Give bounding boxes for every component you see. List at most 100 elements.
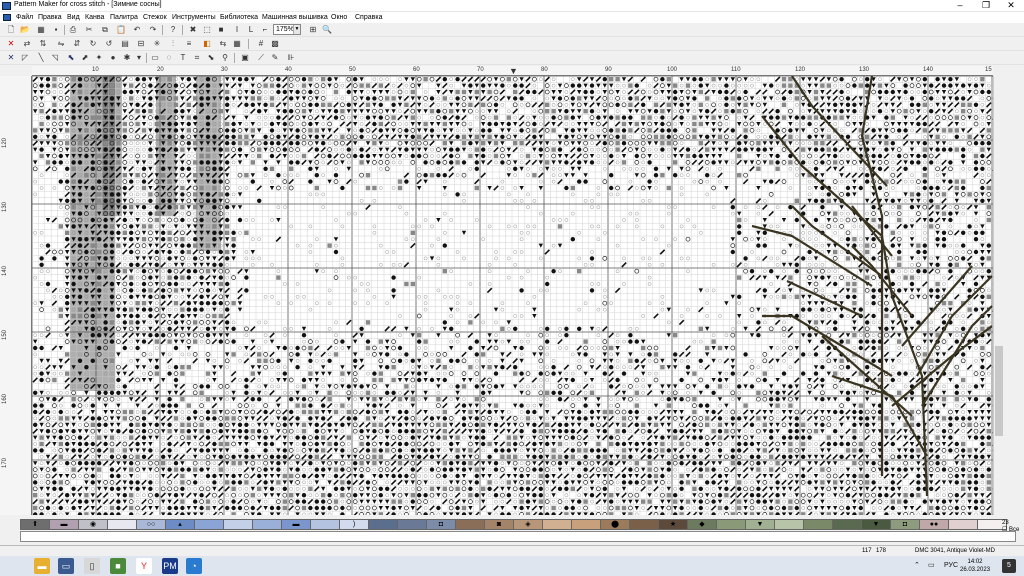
menu-canvas[interactable]: Канва bbox=[85, 12, 104, 23]
tool-pin-icon[interactable]: ✦ bbox=[94, 53, 104, 63]
paste-icon[interactable]: 📋 bbox=[116, 25, 126, 35]
palette-swatch[interactable] bbox=[194, 519, 224, 530]
palette-swatch[interactable] bbox=[252, 519, 282, 530]
menu-window[interactable]: Окно bbox=[331, 12, 347, 23]
tool-backstitch-icon[interactable]: ╲ bbox=[36, 53, 46, 63]
tool-measure-icon[interactable]: ⊪ bbox=[286, 53, 296, 63]
tool-rect-select-icon[interactable]: ▭ bbox=[150, 53, 160, 63]
tool-cross-icon[interactable]: ✕ bbox=[6, 53, 16, 63]
app-icon-grey[interactable]: ▯ bbox=[84, 558, 100, 574]
palette-swatch[interactable]: ▬ bbox=[49, 519, 79, 530]
tool-fill-icon[interactable]: ⬊ bbox=[206, 53, 216, 63]
palette-swatch[interactable]: ●● bbox=[919, 519, 949, 530]
menu-tools[interactable]: Инструменты bbox=[172, 12, 216, 23]
minecraft-icon[interactable]: ■ bbox=[110, 558, 126, 574]
palette-swatch[interactable]: ▴ bbox=[165, 519, 195, 530]
sparkle-icon[interactable]: ✳ bbox=[152, 39, 162, 49]
tool-quarter-icon[interactable]: ◹ bbox=[50, 53, 60, 63]
close-icon[interactable]: ✕ bbox=[998, 0, 1024, 12]
merge-icon[interactable]: ⊟ bbox=[136, 39, 146, 49]
stitch-cross-icon[interactable]: ✖ bbox=[188, 25, 198, 35]
palette-swatch[interactable]: ◘ bbox=[426, 519, 456, 530]
palette-swatch[interactable] bbox=[832, 519, 862, 530]
palette-swatch[interactable] bbox=[542, 519, 572, 530]
rotate-icon[interactable]: ↻ bbox=[88, 39, 98, 49]
palette-swatch[interactable] bbox=[774, 519, 804, 530]
palette-swatch[interactable]: ◘ bbox=[890, 519, 920, 530]
menu-edit[interactable]: Правка bbox=[38, 12, 62, 23]
palette-swatch[interactable]: ▼ bbox=[861, 519, 891, 530]
palette-swatch[interactable]: ◙ bbox=[484, 519, 514, 530]
palette-swatch[interactable] bbox=[107, 519, 137, 530]
save-icon[interactable]: ▪ bbox=[51, 25, 61, 35]
delete-icon[interactable]: ✕ bbox=[6, 39, 16, 49]
zoom-fit-icon[interactable]: ⊞ bbox=[308, 25, 318, 35]
palette-swatch[interactable] bbox=[948, 519, 978, 530]
menu-help[interactable]: Справка bbox=[355, 12, 382, 23]
stitch-line-icon[interactable]: I bbox=[232, 25, 242, 35]
grid-icon[interactable]: ▤ bbox=[120, 39, 130, 49]
scroll-thumb[interactable] bbox=[995, 346, 1003, 436]
new-icon[interactable]: 🗋 bbox=[6, 25, 16, 35]
restore-icon[interactable]: ❐ bbox=[973, 0, 999, 12]
palette-swatch[interactable]: ○○ bbox=[136, 519, 166, 530]
flip-v-icon[interactable]: ⇵ bbox=[72, 39, 82, 49]
palette-swatch[interactable] bbox=[397, 519, 427, 530]
menu-stitch[interactable]: Стежок bbox=[143, 12, 167, 23]
patternmaker-icon[interactable]: PM bbox=[162, 558, 178, 574]
tool-bead-icon[interactable]: ✱ bbox=[122, 53, 132, 63]
tool-wand-icon[interactable]: ⌗ bbox=[192, 53, 202, 63]
arrange-icon[interactable]: ⇅ bbox=[38, 39, 48, 49]
palette-swatch[interactable]: ◆ bbox=[687, 519, 717, 530]
tool-dropdown-icon[interactable]: ▾ bbox=[134, 53, 144, 63]
explorer-icon[interactable]: ▬ bbox=[34, 558, 50, 574]
flip-h-icon[interactable]: ⇋ bbox=[56, 39, 66, 49]
undo-icon[interactable]: ↶ bbox=[132, 25, 142, 35]
palette-swatch[interactable]: ▼ bbox=[745, 519, 775, 530]
color-icon[interactable]: ◧ bbox=[202, 39, 212, 49]
palette-swatch[interactable] bbox=[629, 519, 659, 530]
gridview-icon[interactable]: ▩ bbox=[270, 39, 280, 49]
edge-icon[interactable]: ◔ bbox=[186, 558, 202, 574]
menu-file[interactable]: Файл bbox=[16, 12, 33, 23]
palette-swatch[interactable] bbox=[571, 519, 601, 530]
stitch-full-icon[interactable]: ■ bbox=[216, 25, 226, 35]
tool-edit-icon[interactable]: ✎ bbox=[270, 53, 280, 63]
redo-icon[interactable]: ↷ bbox=[148, 25, 158, 35]
tool-lasso-icon[interactable]: ◌ bbox=[164, 53, 174, 63]
menu-view[interactable]: Вид bbox=[67, 12, 80, 23]
language-indicator[interactable]: РУС bbox=[944, 559, 958, 573]
tool-line-icon[interactable]: ⟋ bbox=[256, 53, 266, 63]
palette-swatch[interactable]: ⬆ bbox=[20, 519, 50, 530]
print-icon[interactable]: ⎙ bbox=[68, 25, 78, 35]
menu-library[interactable]: Библиотека bbox=[220, 12, 258, 23]
menu-embroidery[interactable]: Машинная вышивка bbox=[262, 12, 328, 23]
tool-zoom-icon[interactable]: ⚲ bbox=[220, 53, 230, 63]
tool-dot-icon[interactable]: ● bbox=[108, 53, 118, 63]
palette-swatch[interactable]: ) bbox=[339, 519, 369, 530]
vertical-scrollbar[interactable] bbox=[993, 76, 1003, 515]
palette-swatch[interactable] bbox=[310, 519, 340, 530]
palette-swatch[interactable] bbox=[803, 519, 833, 530]
tool-arrow-icon[interactable]: ⬉ bbox=[66, 53, 76, 63]
palette-swatch[interactable]: ▬ bbox=[281, 519, 311, 530]
palette-swatch[interactable]: ⬤ bbox=[600, 519, 630, 530]
rotate-back-icon[interactable]: ↺ bbox=[104, 39, 114, 49]
split-icon[interactable]: ⫶ bbox=[168, 39, 178, 49]
network-icon[interactable]: ▭ bbox=[928, 559, 935, 573]
palette-swatch[interactable]: ◉ bbox=[78, 519, 108, 530]
tool-view-icon[interactable]: ▣ bbox=[240, 53, 250, 63]
copy-icon[interactable]: ⧉ bbox=[100, 25, 110, 35]
notification-badge[interactable]: 5 bbox=[1002, 559, 1016, 573]
tool-text-icon[interactable]: T bbox=[178, 53, 188, 63]
show-all-checkbox[interactable]: ☐ Все bbox=[1002, 527, 1019, 534]
pattern-canvas[interactable] bbox=[32, 76, 993, 515]
palette-swatch[interactable]: ◈ bbox=[513, 519, 543, 530]
open-icon[interactable]: 📂 bbox=[20, 25, 30, 35]
list-icon[interactable]: ▦ bbox=[232, 39, 242, 49]
help-icon[interactable]: ? bbox=[168, 25, 178, 35]
stitch-fraction-icon[interactable]: ⌐ bbox=[260, 25, 270, 35]
zoom-select[interactable]: 175% ▼ bbox=[273, 24, 301, 35]
palette-swatch[interactable] bbox=[716, 519, 746, 530]
menu-palette[interactable]: Палитра bbox=[110, 12, 138, 23]
